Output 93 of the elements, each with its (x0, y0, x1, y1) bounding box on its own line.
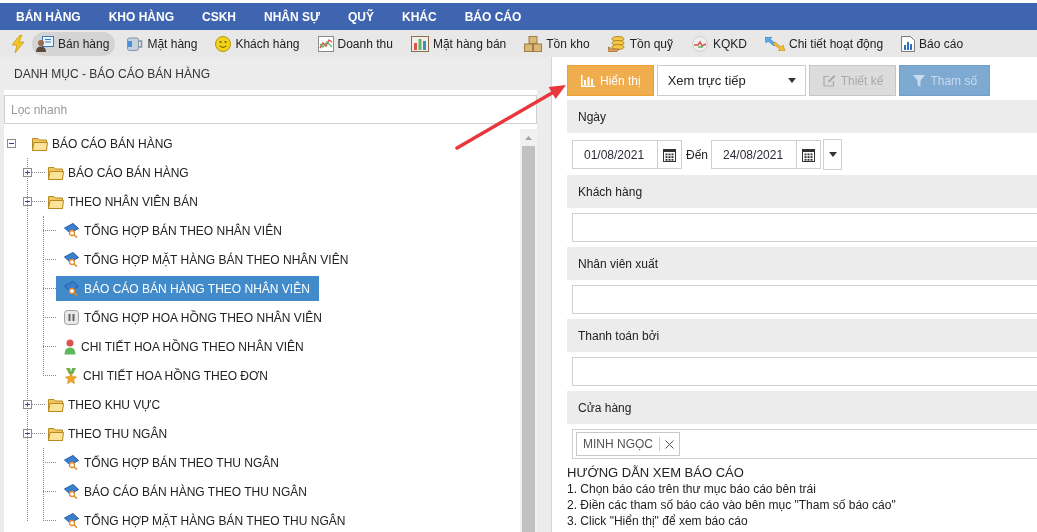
date-field[interactable]: 01/08/2021 (572, 140, 658, 169)
guide-step: 2. Điền các tham số báo cáo vào bên mục "Tham số báo cáo" (567, 497, 1037, 513)
menu-item[interactable]: KHO HÀNG (94, 9, 188, 24)
guide-step: 1. Chọn báo cáo trên thư mục báo cáo bên trái (567, 481, 1037, 497)
document-magnifier-icon (64, 223, 79, 238)
toolbar-item[interactable]: Bán hàng (32, 31, 116, 56)
filter-label: Cửa hàng (567, 391, 1037, 424)
edit-icon (822, 74, 836, 87)
person-card-icon (36, 35, 54, 52)
document-magnifier-icon (64, 455, 79, 470)
to-label: Đến (686, 147, 708, 162)
calendar-button[interactable] (658, 140, 682, 169)
tree-item[interactable]: TỔNG HỢP BÁN THEO NHÂN VIÊN (56, 218, 291, 243)
tree-item[interactable]: TỔNG HỢP BÁN THEO THU NGÂN (56, 450, 288, 475)
view-mode-select[interactable]: Xem trực tiếp (656, 65, 806, 96)
tree-item[interactable]: CHI TIẾT HOA HỒNG THEO NHÂN VIÊN (56, 334, 313, 359)
smiley-icon (215, 35, 232, 52)
folder-icon (32, 136, 48, 151)
guide-step: 3. Click "Hiển thị" để xem báo cáo (567, 513, 1037, 529)
document-magnifier-icon (64, 484, 79, 499)
tree-item[interactable]: BÁO CÁO BÁN HÀNG THEO NHÂN VIÊN (56, 276, 319, 301)
person-icon (64, 338, 76, 355)
menu-item[interactable]: NHÂN SỰ (250, 9, 334, 24)
text-field[interactable] (572, 213, 1037, 242)
plus-box-icon[interactable] (23, 400, 32, 409)
tree-item[interactable]: THEO THU NGÂN (45, 421, 177, 446)
filter-field[interactable]: Lọc nhanh (4, 95, 537, 124)
store-name: MINH NGỌC (583, 437, 653, 451)
folder-icon (48, 165, 64, 180)
scrollbar[interactable] (520, 129, 537, 532)
filter-icon (913, 74, 926, 87)
bar-chart-icon (581, 74, 595, 87)
folder-icon (48, 397, 64, 412)
menu-item[interactable]: BÁN HÀNG (2, 9, 95, 24)
toolbar-item[interactable]: Khách hàng (211, 31, 306, 56)
scrollbar-thumb[interactable] (522, 146, 535, 532)
menu-item[interactable]: BÁO CÁO (450, 9, 536, 24)
toolbar-item[interactable]: Mặt hàng bán (406, 31, 513, 56)
text-field[interactable] (572, 357, 1037, 386)
filter-label: Thanh toán bởi (567, 319, 1037, 352)
minus-box-icon[interactable] (23, 197, 32, 206)
guide-title: HƯỚNG DẪN XEM BÁO CÁO (567, 465, 745, 481)
tree-item[interactable]: TỔNG HỢP HOA HỒNG THEO NHÂN VIÊN (56, 305, 331, 330)
toolbar-item[interactable]: Tồn quỹ (603, 31, 679, 56)
tree-item[interactable]: THEO KHU VỰC (45, 392, 170, 417)
text-field[interactable] (572, 285, 1037, 314)
bar-chart-icon (410, 35, 429, 52)
tree-item[interactable]: CHI TIẾT HOA HỒNG THEO ĐƠN (56, 363, 277, 388)
sidebar-title: DANH MỤC - BÁO CÁO BÁN HÀNG (14, 66, 211, 81)
filter-label: Ngày (567, 100, 1037, 133)
filter-label: Nhân viên xuất (567, 247, 1037, 280)
menu-item[interactable]: QUỸ (334, 9, 388, 24)
tree-item[interactable]: THEO NHÂN VIÊN BÁN (45, 189, 208, 214)
coins-icon (607, 35, 626, 52)
tree-item[interactable]: TỔNG HỢP MẶT HÀNG BÁN THEO NHÂN VIÊN (56, 247, 358, 272)
caret-down-icon (828, 152, 837, 157)
toolbar-item[interactable]: Báo cáo (897, 31, 970, 56)
arrows-icon (765, 36, 785, 51)
folder-icon (48, 194, 64, 209)
caret-down-icon (787, 78, 796, 83)
mug-icon (127, 36, 144, 51)
toolbar-item[interactable]: Mặt hàng (123, 31, 204, 56)
toolbar-item[interactable]: Doanh thu (313, 31, 399, 56)
folder-icon (48, 426, 64, 441)
calendar-icon (802, 147, 815, 162)
chart-badge-icon (691, 35, 709, 52)
calendar-icon (663, 147, 676, 162)
date-field[interactable]: 24/08/2021 (711, 140, 797, 169)
tree-item[interactable]: TỔNG HỢP MẶT HÀNG BÁN THEO THU NGÂN (56, 508, 355, 532)
calendar-button[interactable] (797, 140, 821, 169)
tree-item[interactable]: BÁO CÁO BÁN HÀNG (45, 160, 198, 185)
minus-box-icon[interactable] (23, 429, 32, 438)
document-magnifier-icon (64, 252, 79, 267)
report-icon (901, 35, 916, 52)
tree-item[interactable]: BÁO CÁO BÁN HÀNG (29, 131, 182, 156)
dropdown-button[interactable] (823, 139, 842, 170)
toolbar-item[interactable]: Tồn kho (520, 31, 596, 56)
tree-item[interactable]: BÁO CÁO BÁN HÀNG THEO THU NGÂN (56, 479, 316, 504)
toolbar-item[interactable]: Chi tiết hoạt động (761, 31, 890, 56)
document-magnifier-icon (64, 513, 79, 528)
star-medal-icon (64, 367, 78, 384)
menu-item[interactable]: KHÁC (388, 9, 451, 24)
pause-icon (64, 310, 79, 325)
document-magnifier-icon (64, 281, 79, 296)
minus-box-icon[interactable] (7, 139, 16, 148)
tag-field[interactable]: MINH NGỌC (572, 429, 1037, 459)
plus-box-icon[interactable] (23, 168, 32, 177)
line-chart-icon (317, 35, 334, 52)
close-icon[interactable] (665, 439, 674, 449)
toolbar-item[interactable]: KQKD (687, 31, 753, 56)
filter-label: Khách hàng (567, 175, 1037, 208)
boxes-icon (524, 35, 543, 52)
menu-item[interactable]: CSKH (188, 9, 251, 24)
